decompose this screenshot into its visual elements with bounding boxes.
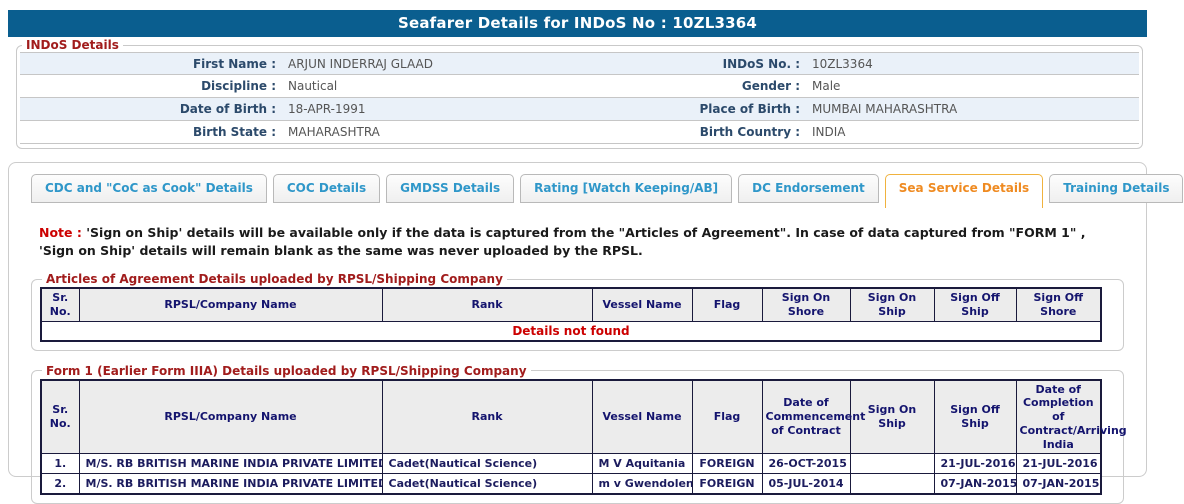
- vessel-name-cell: M V Aquitania: [592, 454, 692, 474]
- tab-coc-details[interactable]: COC Details: [273, 174, 380, 203]
- birth-country-label: Birth Country :: [578, 125, 806, 139]
- birth-state-label: Birth State :: [20, 125, 282, 139]
- table-header-row: Sr. No. RPSL/Company Name Rank Vessel Na…: [41, 380, 1101, 454]
- note-text: 'Sign on Ship' details will be available…: [39, 225, 1085, 258]
- column-header: Sr. No.: [41, 380, 79, 454]
- page-title: Seafarer Details for INDoS No : 10ZL3364: [8, 10, 1147, 37]
- column-header: Rank: [382, 380, 592, 454]
- column-header: Flag: [692, 380, 762, 454]
- vessel-name-cell: m v Gwendolen: [592, 474, 692, 495]
- column-header: Flag: [692, 288, 762, 321]
- place-of-birth-value: MUMBAI MAHARASHTRA: [806, 102, 1139, 116]
- empty-table-row: Details not found: [41, 321, 1101, 341]
- column-header: Rank: [382, 288, 592, 321]
- date-of-birth-value: 18-APR-1991: [282, 102, 578, 116]
- tab-gmdss-details[interactable]: GMDSS Details: [386, 174, 514, 203]
- column-header: Sign Off Ship: [934, 288, 1016, 321]
- tab-training-details[interactable]: Training Details: [1049, 174, 1183, 203]
- discipline-label: Discipline :: [20, 79, 282, 93]
- articles-of-agreement-table: Sr. No. RPSL/Company Name Rank Vessel Na…: [40, 287, 1102, 342]
- discipline-value: Nautical: [282, 79, 578, 93]
- form1-legend: Form 1 (Earlier Form IIIA) Details uploa…: [42, 364, 531, 378]
- tab-rating-watch-keeping-ab[interactable]: Rating [Watch Keeping/AB]: [520, 174, 732, 203]
- column-header: Vessel Name: [592, 288, 692, 321]
- first-name-value: ARJUN INDERRAJ GLAAD: [282, 57, 578, 71]
- column-header: Sign Off Ship: [934, 380, 1016, 454]
- detail-row: Discipline : Nautical Gender : Male: [20, 75, 1139, 98]
- company-name-cell: M/S. RB BRITISH MARINE INDIA PRIVATE LIM…: [79, 454, 382, 474]
- sr-no-cell: 2.: [41, 474, 79, 495]
- tab-dc-endorsement[interactable]: DC Endorsement: [738, 174, 879, 203]
- rank-cell: Cadet(Nautical Science): [382, 474, 592, 495]
- first-name-label: First Name :: [20, 57, 282, 71]
- tab-sea-service-details[interactable]: Sea Service Details: [885, 174, 1043, 208]
- tab-bar: CDC and "CoC as Cook" Details COC Detail…: [31, 174, 1124, 207]
- rank-cell: Cadet(Nautical Science): [382, 454, 592, 474]
- column-header: RPSL/Company Name: [79, 288, 382, 321]
- indos-no-label: INDoS No. :: [578, 57, 806, 71]
- flag-cell: FOREIGN: [692, 474, 762, 495]
- place-of-birth-label: Place of Birth :: [578, 102, 806, 116]
- table-header-row: Sr. No. RPSL/Company Name Rank Vessel Na…: [41, 288, 1101, 321]
- column-header: RPSL/Company Name: [79, 380, 382, 454]
- column-header: Date of Completion of Contract/Arriving …: [1016, 380, 1101, 454]
- sign-off-ship-cell: 21-JUL-2016: [934, 454, 1016, 474]
- column-header: Sign Off Shore: [1016, 288, 1101, 321]
- gender-label: Gender :: [578, 79, 806, 93]
- detail-row: Birth State : MAHARASHTRA Birth Country …: [20, 121, 1139, 144]
- articles-of-agreement-legend: Articles of Agreement Details uploaded b…: [42, 272, 507, 286]
- note-prefix: Note :: [39, 225, 82, 240]
- details-not-found-message: Details not found: [41, 321, 1101, 341]
- birth-country-value: INDIA: [806, 125, 1139, 139]
- detail-row: Date of Birth : 18-APR-1991 Place of Bir…: [20, 98, 1139, 121]
- commencement-date-cell: 05-JUL-2014: [762, 474, 850, 495]
- sea-service-panel: CDC and "CoC as Cook" Details COC Detail…: [8, 162, 1147, 477]
- indos-details-section: INDoS Details First Name : ARJUN INDERRA…: [16, 38, 1143, 149]
- column-header: Vessel Name: [592, 380, 692, 454]
- flag-cell: FOREIGN: [692, 454, 762, 474]
- sign-off-ship-cell: 07-JAN-2015: [934, 474, 1016, 495]
- column-header: Sr. No.: [41, 288, 79, 321]
- date-of-birth-label: Date of Birth :: [20, 102, 282, 116]
- company-name-cell: M/S. RB BRITISH MARINE INDIA PRIVATE LIM…: [79, 474, 382, 495]
- tab-cdc-coc-as-cook-details[interactable]: CDC and "CoC as Cook" Details: [31, 174, 267, 203]
- column-header: Sign On Shore: [762, 288, 850, 321]
- indos-no-value: 10ZL3364: [806, 57, 1139, 71]
- commencement-date-cell: 26-OCT-2015: [762, 454, 850, 474]
- table-row: 1. M/S. RB BRITISH MARINE INDIA PRIVATE …: [41, 454, 1101, 474]
- column-header: Sign On Ship: [850, 288, 934, 321]
- sign-on-ship-cell: [850, 474, 934, 495]
- column-header: Date of Commencement of Contract: [762, 380, 850, 454]
- form1-table: Sr. No. RPSL/Company Name Rank Vessel Na…: [40, 379, 1102, 496]
- detail-row: First Name : ARJUN INDERRAJ GLAAD INDoS …: [20, 52, 1139, 75]
- completion-date-cell: 21-JUL-2016: [1016, 454, 1101, 474]
- birth-state-value: MAHARASHTRA: [282, 125, 578, 139]
- articles-of-agreement-section: Articles of Agreement Details uploaded b…: [31, 272, 1124, 351]
- sign-on-ship-note: Note : 'Sign on Ship' details will be av…: [39, 224, 1116, 259]
- sign-on-ship-cell: [850, 454, 934, 474]
- indos-details-legend: INDoS Details: [22, 38, 123, 52]
- table-row: 2. M/S. RB BRITISH MARINE INDIA PRIVATE …: [41, 474, 1101, 495]
- sr-no-cell: 1.: [41, 454, 79, 474]
- gender-value: Male: [806, 79, 1139, 93]
- form1-section: Form 1 (Earlier Form IIIA) Details uploa…: [31, 364, 1124, 504]
- completion-date-cell: 07-JAN-2015: [1016, 474, 1101, 495]
